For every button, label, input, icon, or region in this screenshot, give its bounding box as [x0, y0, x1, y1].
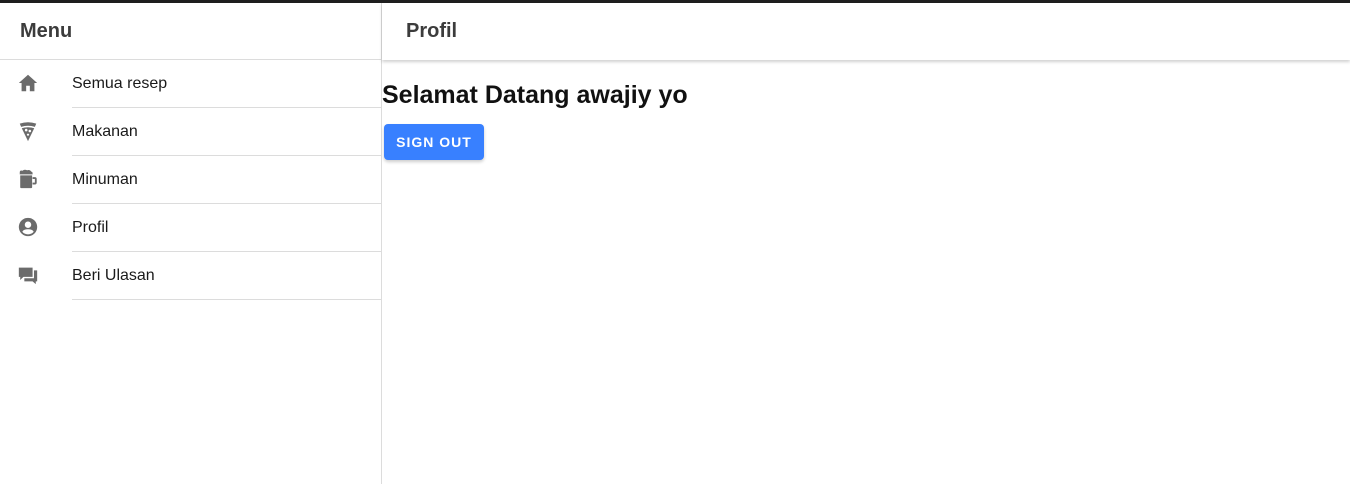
- pizza-icon: [17, 120, 39, 142]
- menu-list: Semua resep Makanan Minuman Profil Beri …: [0, 60, 381, 300]
- menu-item-label: Makanan: [72, 108, 381, 156]
- app-root: Menu Semua resep Makanan Minuman Profil …: [0, 3, 1350, 484]
- menu-item-label: Semua resep: [72, 60, 381, 108]
- beer-mug-icon: [17, 168, 39, 190]
- main-content: Profil Selamat Datang awajiy yo SIGN OUT: [382, 3, 1350, 484]
- menu-item-beri-ulasan[interactable]: Beri Ulasan: [0, 252, 381, 300]
- side-menu: Menu Semua resep Makanan Minuman Profil …: [0, 3, 382, 484]
- page-title: Profil: [382, 3, 1350, 60]
- menu-item-label: Minuman: [72, 156, 381, 204]
- welcome-heading: Selamat Datang awajiy yo: [382, 81, 688, 109]
- menu-item-label: Profil: [72, 204, 381, 252]
- menu-item-makanan[interactable]: Makanan: [0, 108, 381, 156]
- menu-item-label: Beri Ulasan: [72, 252, 381, 300]
- chatboxes-icon: [17, 264, 39, 286]
- home-icon: [17, 72, 39, 94]
- menu-title: Menu: [0, 3, 381, 60]
- menu-item-minuman[interactable]: Minuman: [0, 156, 381, 204]
- person-circle-icon: [17, 216, 39, 238]
- sign-out-button[interactable]: SIGN OUT: [384, 124, 484, 160]
- menu-item-profil[interactable]: Profil: [0, 204, 381, 252]
- menu-item-semua-resep[interactable]: Semua resep: [0, 60, 381, 108]
